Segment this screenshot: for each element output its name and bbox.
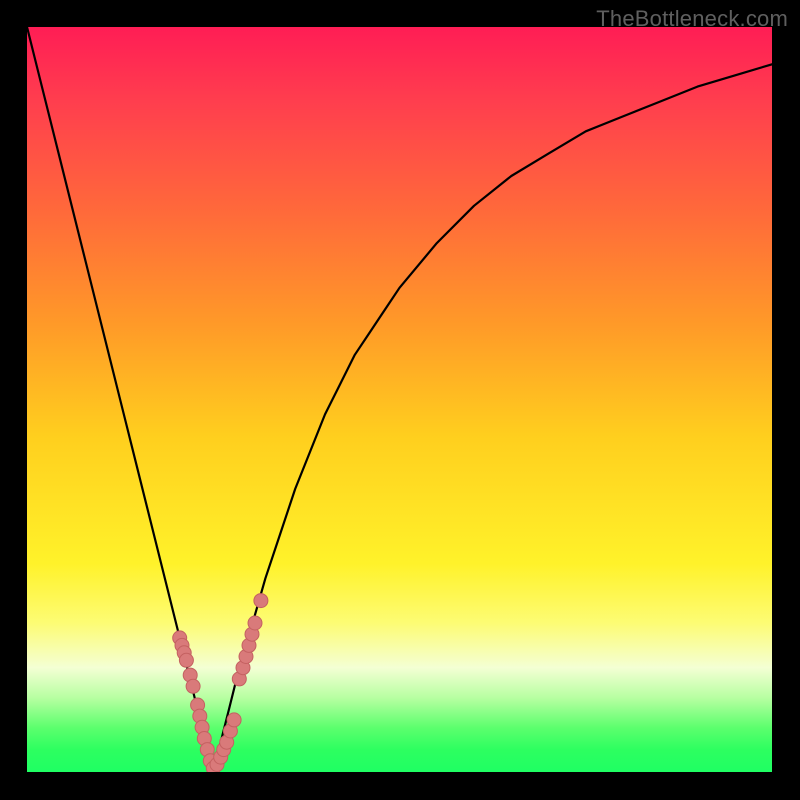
data-marker <box>186 679 200 693</box>
plot-area <box>27 27 772 772</box>
data-marker <box>254 594 268 608</box>
data-marker <box>227 713 241 727</box>
bottleneck-curve <box>27 27 772 772</box>
data-marker <box>248 616 262 630</box>
curve-layer <box>27 27 772 772</box>
data-marker <box>179 653 193 667</box>
chart-frame: TheBottleneck.com <box>0 0 800 800</box>
